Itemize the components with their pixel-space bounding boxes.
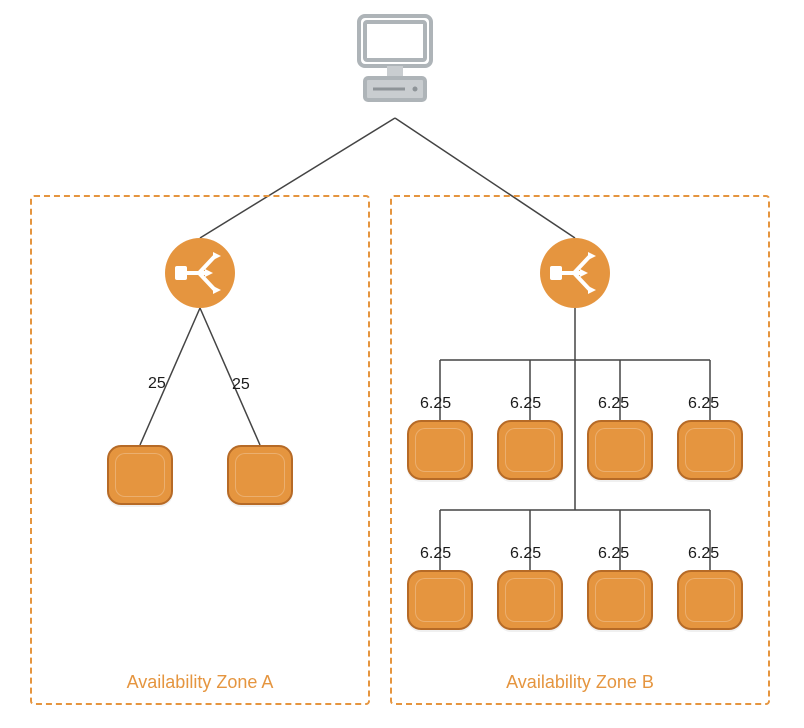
zone-b-target-8 [677,570,743,630]
zone-a-label: Availability Zone A [32,672,368,693]
zone-b-target-6 [497,570,563,630]
zone-b-target-4 [677,420,743,480]
zone-b-target-7 [587,570,653,630]
zone-b-weight-1: 6.25 [420,395,451,413]
zone-a-target-2 [227,445,293,505]
zone-b-weight-4: 6.25 [688,395,719,413]
zone-b-weight-8: 6.25 [688,545,719,563]
load-balancer-b-icon [540,238,610,308]
zone-b-target-2 [497,420,563,480]
zone-a-weight-1: 25 [148,375,166,393]
zone-a-target-1 [107,445,173,505]
zone-b-weight-2: 6.25 [510,395,541,413]
zone-b-label: Availability Zone B [392,672,768,693]
zone-b-weight-7: 6.25 [598,545,629,563]
zone-b-target-3 [587,420,653,480]
load-balancer-a-icon [165,238,235,308]
zone-b-weight-6: 6.25 [510,545,541,563]
zone-b-target-5 [407,570,473,630]
zone-b-weight-3: 6.25 [598,395,629,413]
zone-b-weight-5: 6.25 [420,545,451,563]
client-computer-icon [345,10,445,110]
zone-a-weight-2: 25 [232,376,250,394]
diagram-stage: Availability Zone A Availability Zone B [0,0,804,728]
zone-b-target-1 [407,420,473,480]
